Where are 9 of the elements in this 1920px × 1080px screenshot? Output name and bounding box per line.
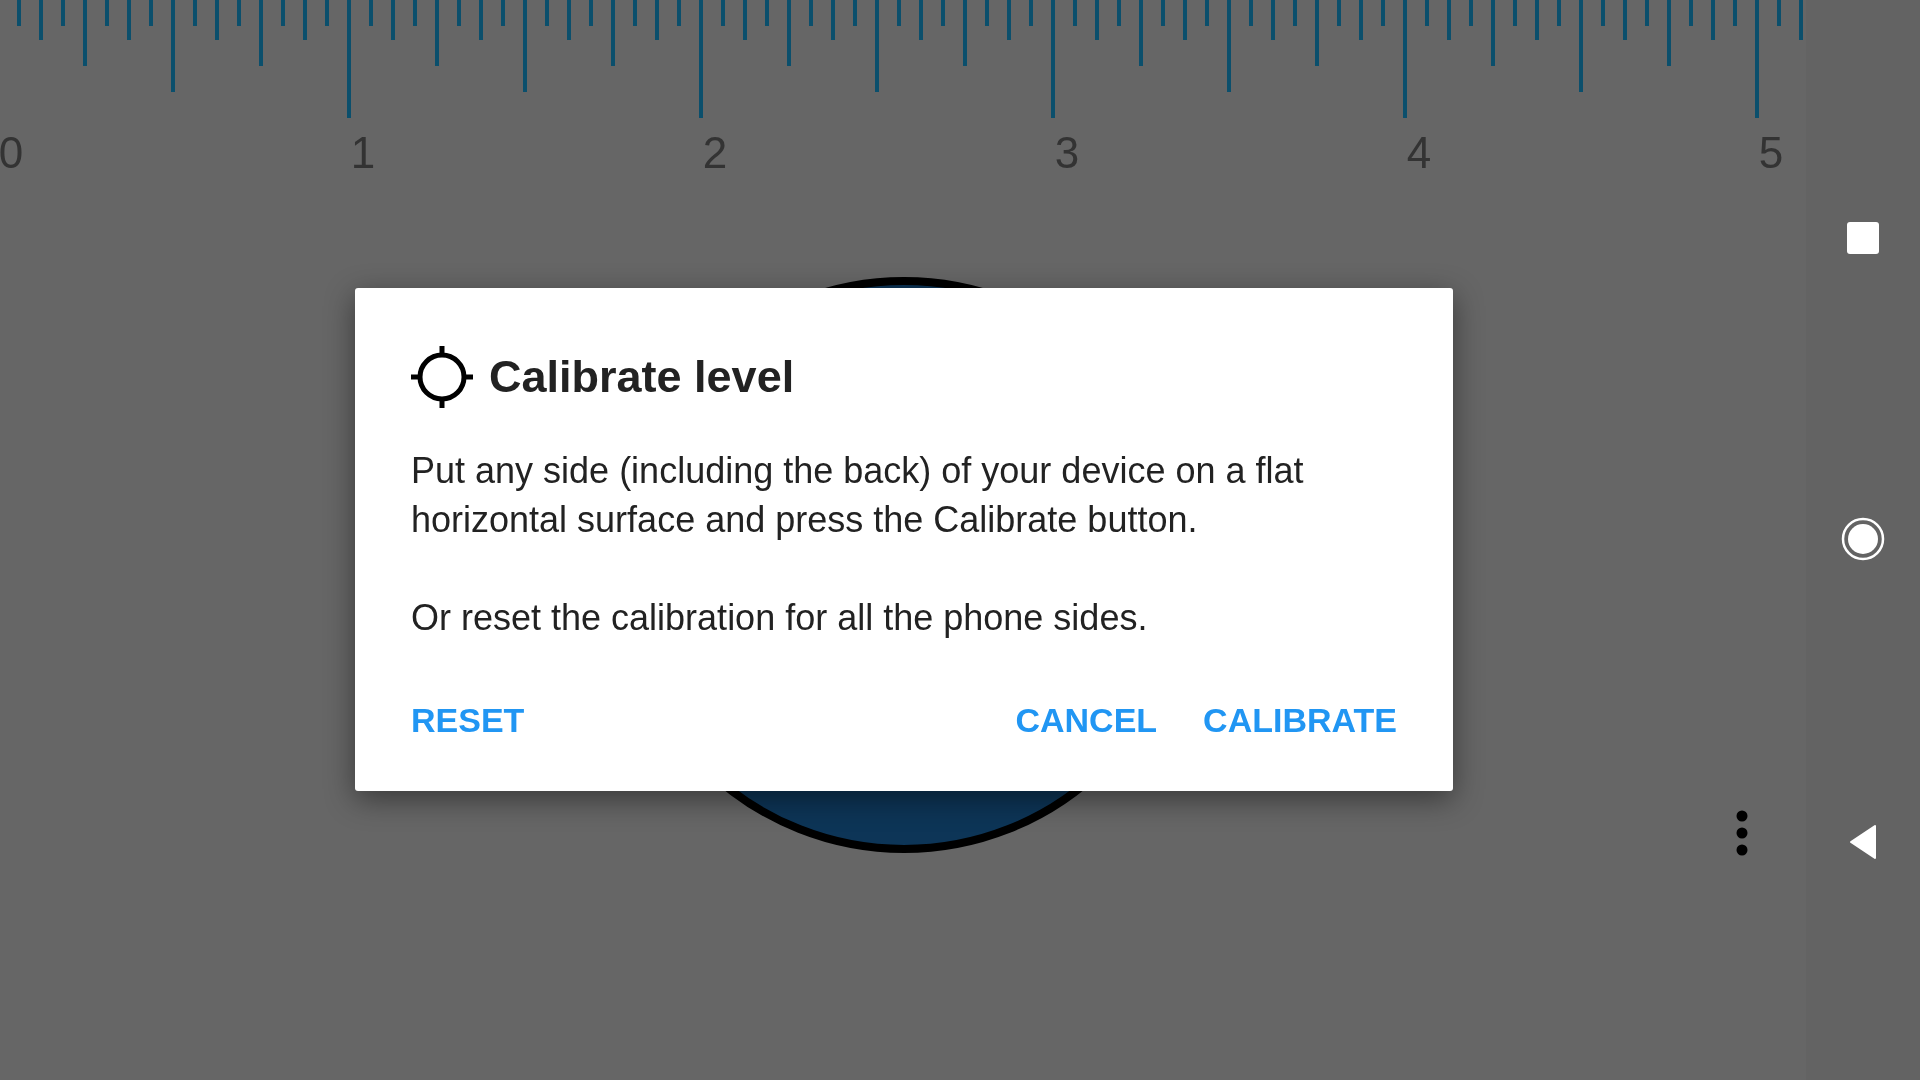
cancel-button[interactable]: CANCEL: [1005, 686, 1168, 754]
home-icon[interactable]: [1841, 517, 1885, 561]
calibrate-button[interactable]: CALIBRATE: [1193, 686, 1407, 754]
dialog-message: Or reset the calibration for all the phone sides.: [411, 596, 1149, 640]
back-icon[interactable]: [1849, 824, 1877, 860]
dialog-message: Put any side (including the back) of your device on a flat horizontal surface and press the Calibrate button.: [411, 449, 1305, 542]
crosshair-icon: [411, 346, 473, 408]
reset-button[interactable]: RESET: [401, 686, 535, 754]
dialog-title: Calibrate level: [489, 351, 795, 403]
